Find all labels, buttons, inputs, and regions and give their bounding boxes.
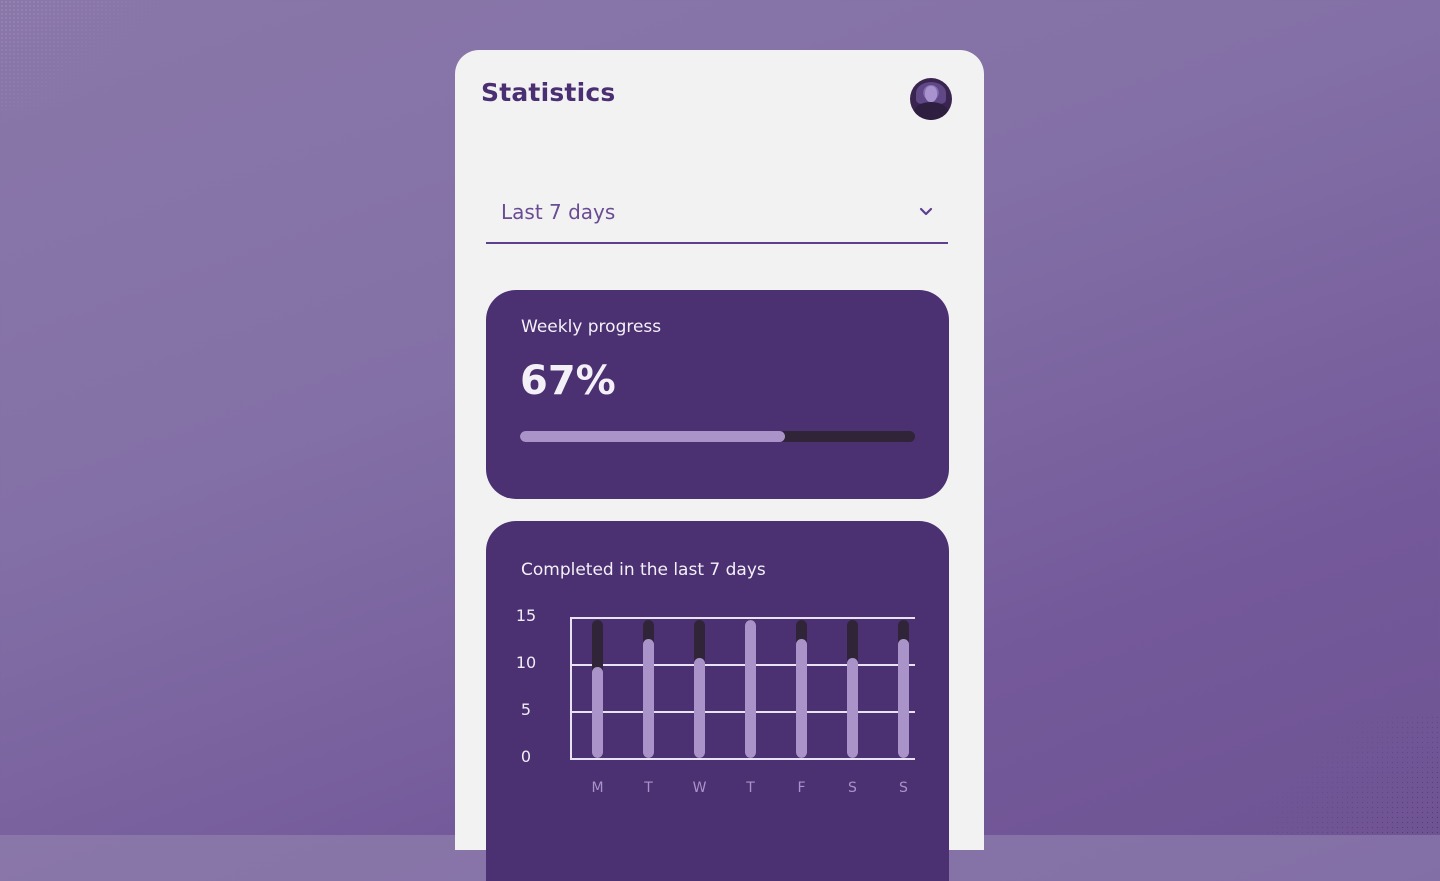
user-avatar-icon[interactable] <box>910 78 952 120</box>
progress-bar-fill <box>520 431 785 442</box>
bar-track <box>745 620 756 758</box>
bar-track <box>643 620 654 758</box>
bar[interactable] <box>847 657 858 758</box>
date-range-select[interactable]: Last 7 days <box>486 190 948 244</box>
bar[interactable] <box>592 667 603 758</box>
x-tick-label: W <box>692 780 707 796</box>
gridline <box>570 617 915 619</box>
bar-track <box>796 620 807 758</box>
completed-chart-card: Completed in the last 7 days 15 10 5 0 M T W T F… <box>486 521 949 881</box>
bar[interactable] <box>694 657 705 758</box>
bar-track <box>847 620 858 758</box>
x-tick-label: T <box>746 780 755 796</box>
bar-track <box>694 620 705 758</box>
x-tick-label: M <box>591 780 604 796</box>
avatar-body <box>914 102 948 120</box>
y-axis-line <box>570 618 572 759</box>
y-tick-label: 10 <box>515 653 537 672</box>
bar-track <box>898 620 909 758</box>
y-tick-label: 5 <box>520 700 532 719</box>
avatar-face <box>925 86 937 102</box>
weekly-progress-title: Weekly progress <box>521 317 662 337</box>
bar[interactable] <box>745 620 756 758</box>
date-range-value: Last 7 days <box>501 200 616 224</box>
bar-track <box>592 620 603 758</box>
chart-title: Completed in the last 7 days <box>521 560 766 580</box>
bar[interactable] <box>643 638 654 758</box>
gridline <box>570 758 915 760</box>
bar-chart <box>570 617 915 760</box>
gridline <box>570 711 915 713</box>
weekly-progress-card: Weekly progress 67% <box>486 290 949 499</box>
bar[interactable] <box>796 638 807 758</box>
page-title: Statistics <box>481 78 616 107</box>
x-tick-label: F <box>797 780 806 796</box>
bar[interactable] <box>898 638 909 758</box>
y-tick-label: 0 <box>520 747 532 766</box>
y-tick-label: 15 <box>515 606 537 625</box>
gridline <box>570 664 915 666</box>
background-dot-pattern <box>0 0 180 110</box>
background-dot-pattern <box>1200 715 1440 835</box>
progress-bar-track <box>520 431 915 442</box>
x-tick-label: S <box>848 780 857 796</box>
statistics-screen: Statistics Last 7 days Weekly progress 6… <box>455 50 984 881</box>
x-tick-label: S <box>899 780 908 796</box>
weekly-progress-value: 67% <box>520 358 616 404</box>
chevron-down-icon[interactable] <box>918 204 934 220</box>
x-tick-label: T <box>644 780 653 796</box>
